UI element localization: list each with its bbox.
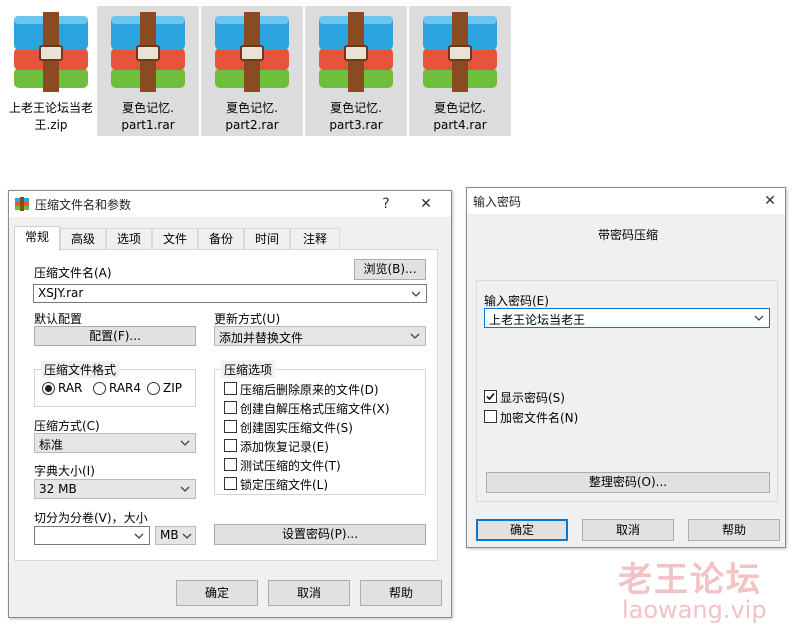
file-name: 夏色记忆. part1.rar	[121, 101, 175, 132]
chevron-down-icon	[134, 533, 144, 539]
show-password-label: 显示密码(S)	[500, 391, 565, 405]
recovery-record-checkbox[interactable]	[224, 439, 237, 452]
close-button[interactable]: ✕	[411, 191, 441, 217]
encrypt-filenames-checkbox[interactable]	[484, 410, 497, 423]
file-tile-part3[interactable]: 夏色记忆. part3.rar	[305, 6, 407, 136]
format-zip-radio[interactable]	[147, 382, 160, 395]
compression-method-select[interactable]: 标准	[34, 433, 196, 453]
password-titlebar[interactable]: 输入密码 ✕	[467, 188, 785, 214]
browse-button[interactable]: 浏览(B)...	[354, 259, 426, 280]
test-files-checkbox[interactable]	[224, 458, 237, 471]
archive-format-title: 压缩文件格式	[41, 361, 120, 378]
organize-passwords-button[interactable]: 整理密码(O)...	[486, 472, 770, 493]
format-rar-label: RAR	[58, 381, 83, 395]
rar-archive-icon	[111, 12, 185, 92]
dictionary-size-label: 字典大小(I)	[34, 464, 95, 478]
delete-after-checkbox[interactable]	[224, 382, 237, 395]
help-button[interactable]: 帮助	[360, 580, 442, 606]
password-help-button[interactable]: 帮助	[688, 519, 780, 541]
file-tile-zip[interactable]: 上老王论坛当老 王.zip	[0, 6, 102, 136]
watermark-url: laowang.vip	[622, 596, 767, 624]
format-rar-radio[interactable]	[42, 382, 55, 395]
profiles-button[interactable]: 配置(F)...	[34, 326, 196, 346]
default-profile-label: 默认配置	[34, 312, 83, 326]
chevron-down-icon	[754, 315, 764, 321]
chevron-down-icon	[182, 533, 192, 539]
chevron-down-icon	[180, 440, 190, 446]
delete-after-label: 压缩后删除原来的文件(D)	[240, 383, 379, 397]
rar-archive-icon	[215, 12, 289, 92]
dialog-titlebar[interactable]: 压缩文件名和参数 ? ✕	[9, 191, 451, 217]
rar-archive-icon	[423, 12, 497, 92]
sfx-checkbox[interactable]	[224, 401, 237, 414]
password-cancel-button[interactable]: 取消	[582, 519, 674, 541]
zip-archive-icon	[14, 12, 88, 92]
file-tile-part4[interactable]: 夏色记忆. part4.rar	[409, 6, 511, 136]
winrar-app-icon	[15, 197, 29, 211]
cancel-button[interactable]: 取消	[268, 580, 350, 606]
format-zip-label: ZIP	[163, 381, 182, 395]
help-title-button[interactable]: ?	[371, 191, 401, 217]
compression-method-label: 压缩方式(C)	[34, 419, 100, 433]
dialog-title: 压缩文件名和参数	[35, 198, 132, 212]
tab-comment[interactable]: 注释	[290, 228, 340, 250]
watermark-text: 老王论坛	[618, 560, 762, 600]
file-tile-part2[interactable]: 夏色记忆. part2.rar	[201, 6, 303, 136]
password-heading: 带密码压缩	[598, 228, 659, 242]
tab-files[interactable]: 文件	[152, 228, 198, 250]
format-rar4-radio[interactable]	[93, 382, 106, 395]
split-size-field[interactable]	[34, 526, 150, 545]
rar-archive-icon	[319, 12, 393, 92]
file-name: 夏色记忆. part2.rar	[225, 101, 279, 132]
tab-time[interactable]: 时间	[244, 228, 290, 250]
archive-options-title: 压缩选项	[221, 361, 276, 378]
chevron-down-icon	[410, 333, 420, 339]
password-input[interactable]: 上老王论坛当老王	[484, 308, 770, 328]
set-password-button[interactable]: 设置密码(P)...	[214, 524, 426, 545]
ok-button[interactable]: 确定	[176, 580, 258, 606]
sfx-label: 创建自解压格式压缩文件(X)	[240, 402, 390, 416]
test-files-label: 测试压缩的文件(T)	[240, 459, 341, 473]
file-name: 夏色记忆. part3.rar	[329, 101, 383, 132]
file-name: 夏色记忆. part4.rar	[433, 101, 487, 132]
archive-name-label: 压缩文件名(A)	[34, 266, 112, 280]
show-password-checkbox[interactable]	[484, 390, 497, 403]
lock-archive-label: 锁定压缩文件(L)	[240, 478, 329, 492]
split-volumes-label: 切分为分卷(V)，大小	[34, 511, 148, 525]
chevron-down-icon	[180, 486, 190, 492]
solid-checkbox[interactable]	[224, 420, 237, 433]
update-mode-label: 更新方式(U)	[214, 312, 281, 326]
archive-name-field[interactable]: XSJY.rar	[33, 284, 427, 303]
dictionary-size-select[interactable]: 32 MB	[34, 479, 196, 499]
password-dialog-title: 输入密码	[473, 195, 522, 209]
file-name: 上老王论坛当老 王.zip	[8, 101, 93, 132]
password-label: 输入密码(E)	[484, 294, 549, 308]
lock-archive-checkbox[interactable]	[224, 477, 237, 490]
solid-label: 创建固实压缩文件(S)	[240, 421, 353, 435]
recovery-record-label: 添加恢复记录(E)	[240, 440, 329, 454]
split-unit-select[interactable]: MB	[155, 526, 196, 545]
tab-advanced[interactable]: 高级	[60, 228, 106, 250]
tab-general[interactable]: 常规	[14, 226, 60, 251]
chevron-down-icon	[411, 291, 421, 297]
format-rar4-label: RAR4	[109, 381, 142, 395]
close-button[interactable]: ✕	[755, 188, 785, 214]
tab-options[interactable]: 选项	[106, 228, 152, 250]
tab-backup[interactable]: 备份	[198, 228, 244, 250]
password-ok-button[interactable]: 确定	[476, 519, 568, 541]
update-mode-select[interactable]: 添加并替换文件	[214, 326, 426, 346]
checkmark-icon	[486, 392, 495, 401]
file-tiles: 上老王论坛当老 王.zip 夏色记忆. part1.rar 夏色记忆. part2.r…	[0, 6, 512, 138]
file-tile-part1[interactable]: 夏色记忆. part1.rar	[97, 6, 199, 136]
encrypt-filenames-label: 加密文件名(N)	[500, 411, 579, 425]
